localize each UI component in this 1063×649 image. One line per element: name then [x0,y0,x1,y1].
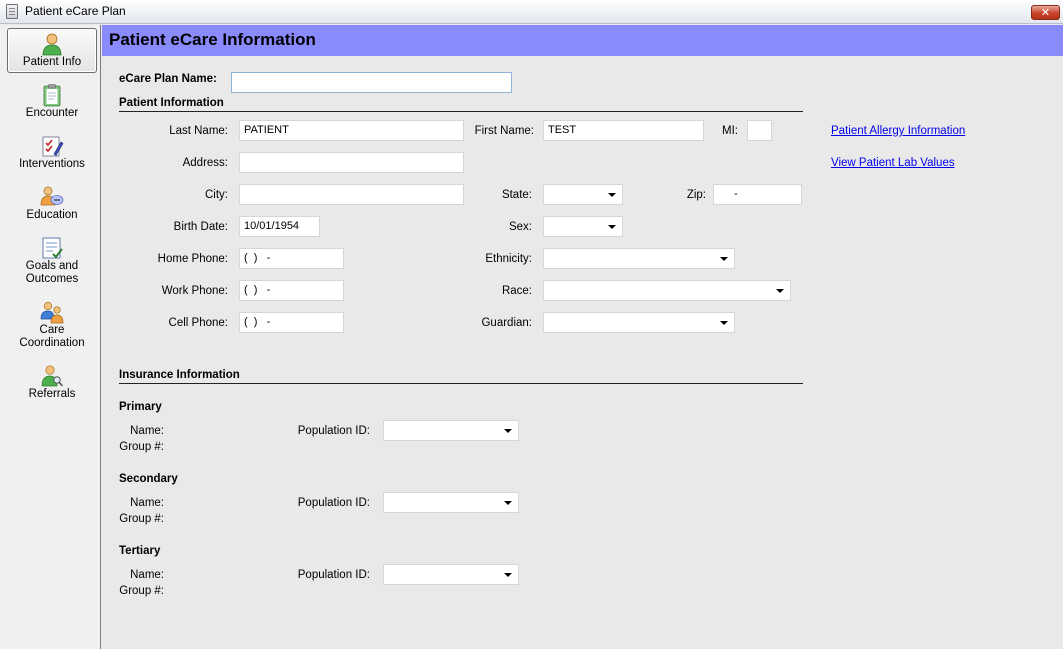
plan-name-label: eCare Plan Name: [119,73,217,85]
sidebar-item-care-coordination[interactable]: Care Coordination [7,300,97,352]
race-label: Race: [501,285,532,297]
people-chat-icon [40,186,64,206]
tertiary-name-label: Name: [130,569,164,581]
chevron-down-icon [720,321,728,325]
person-search-icon [41,365,64,387]
sidebar-item-label: Patient Info [22,56,82,68]
guardian-label: Guardian: [481,317,532,329]
ethnicity-select[interactable] [543,248,735,269]
primary-name-label: Name: [130,425,164,437]
sex-label: Sex: [508,221,532,233]
zip-input[interactable]: - [713,184,802,205]
care-team-icon [40,301,64,324]
chevron-down-icon [504,573,512,577]
address-label: Address: [182,157,228,169]
sidebar-item-label: Encounter [25,107,79,119]
window-title: Patient eCare Plan [25,4,126,18]
address-input[interactable] [239,152,464,173]
view-lab-values-link[interactable]: View Patient Lab Values [831,157,955,169]
birth-date-input[interactable]: 10/01/1954 [239,216,320,237]
primary-group-label: Group #: [119,441,164,453]
work-phone-input[interactable]: ( ) - [239,280,344,301]
title-bar [0,0,1063,24]
chevron-down-icon [608,225,616,229]
zip-label: Zip: [686,189,706,201]
home-phone-input[interactable]: ( ) - [239,248,344,269]
state-label: State: [501,189,532,201]
tertiary-population-select[interactable] [383,564,519,585]
tertiary-group-label: Group #: [119,585,164,597]
first-name-label: First Name: [474,125,534,137]
patient-allergy-link[interactable]: Patient Allergy Information [831,125,965,137]
chevron-down-icon [776,289,784,293]
first-name-input[interactable]: TEST [543,120,704,141]
section-divider [119,111,803,112]
tertiary-population-label: Population ID: [297,569,370,581]
app-document-icon [6,4,18,19]
sidebar-item-referrals[interactable]: Referrals [7,364,97,404]
primary-population-label: Population ID: [297,425,370,437]
checklist-pencil-icon [42,136,64,157]
chevron-down-icon [504,501,512,505]
goals-checklist-icon [42,237,63,259]
secondary-name-label: Name: [130,497,164,509]
last-name-input[interactable]: PATIENT [239,120,464,141]
secondary-population-select[interactable] [383,492,519,513]
birth-date-label: Birth Date: [173,221,228,233]
work-phone-label: Work Phone: [161,285,228,297]
state-select[interactable] [543,184,623,205]
primary-insurance-title: Primary [119,401,162,413]
cell-phone-label: Cell Phone: [168,317,228,329]
person-icon [42,33,62,56]
mi-input[interactable] [747,120,772,141]
cell-phone-input[interactable]: ( ) - [239,312,344,333]
mi-label: MI: [722,125,738,137]
clipboard-icon [43,84,61,107]
page-title: Patient eCare Information [109,30,316,49]
sidebar-item-label: Education [26,209,78,221]
guardian-select[interactable] [543,312,735,333]
last-name-label: Last Name: [169,125,228,137]
sidebar-item-patient-info[interactable]: Patient Info [7,28,97,73]
section-divider [119,383,803,384]
primary-population-select[interactable] [383,420,519,441]
sidebar-item-label: Goals and Outcomes [25,260,79,285]
city-input[interactable] [239,184,464,205]
sidebar-item-goals-and-outcomes[interactable]: Goals and Outcomes [7,236,97,288]
home-phone-label: Home Phone: [157,253,228,265]
sidebar-item-encounter[interactable]: Encounter [7,83,97,123]
sidebar-item-label: Referrals [28,388,76,400]
chevron-down-icon [720,257,728,261]
sidebar-item-label: Interventions [19,158,85,170]
chevron-down-icon [504,429,512,433]
chevron-down-icon [608,193,616,197]
patient-section-title: Patient Information [119,97,224,109]
sidebar-item-interventions[interactable]: Interventions [7,134,97,174]
race-select[interactable] [543,280,791,301]
city-label: City: [205,189,228,201]
insurance-section-title: Insurance Information [119,369,240,381]
close-button[interactable]: ✕ [1031,5,1060,20]
sidebar-item-education[interactable]: Education [7,185,97,225]
sidebar-item-label: Care Coordination [19,324,85,349]
tertiary-insurance-title: Tertiary [119,545,161,557]
sex-select[interactable] [543,216,623,237]
secondary-population-label: Population ID: [297,497,370,509]
secondary-insurance-title: Secondary [119,473,178,485]
secondary-group-label: Group #: [119,513,164,525]
ethnicity-label: Ethnicity: [485,253,532,265]
plan-name-input[interactable] [231,72,512,93]
